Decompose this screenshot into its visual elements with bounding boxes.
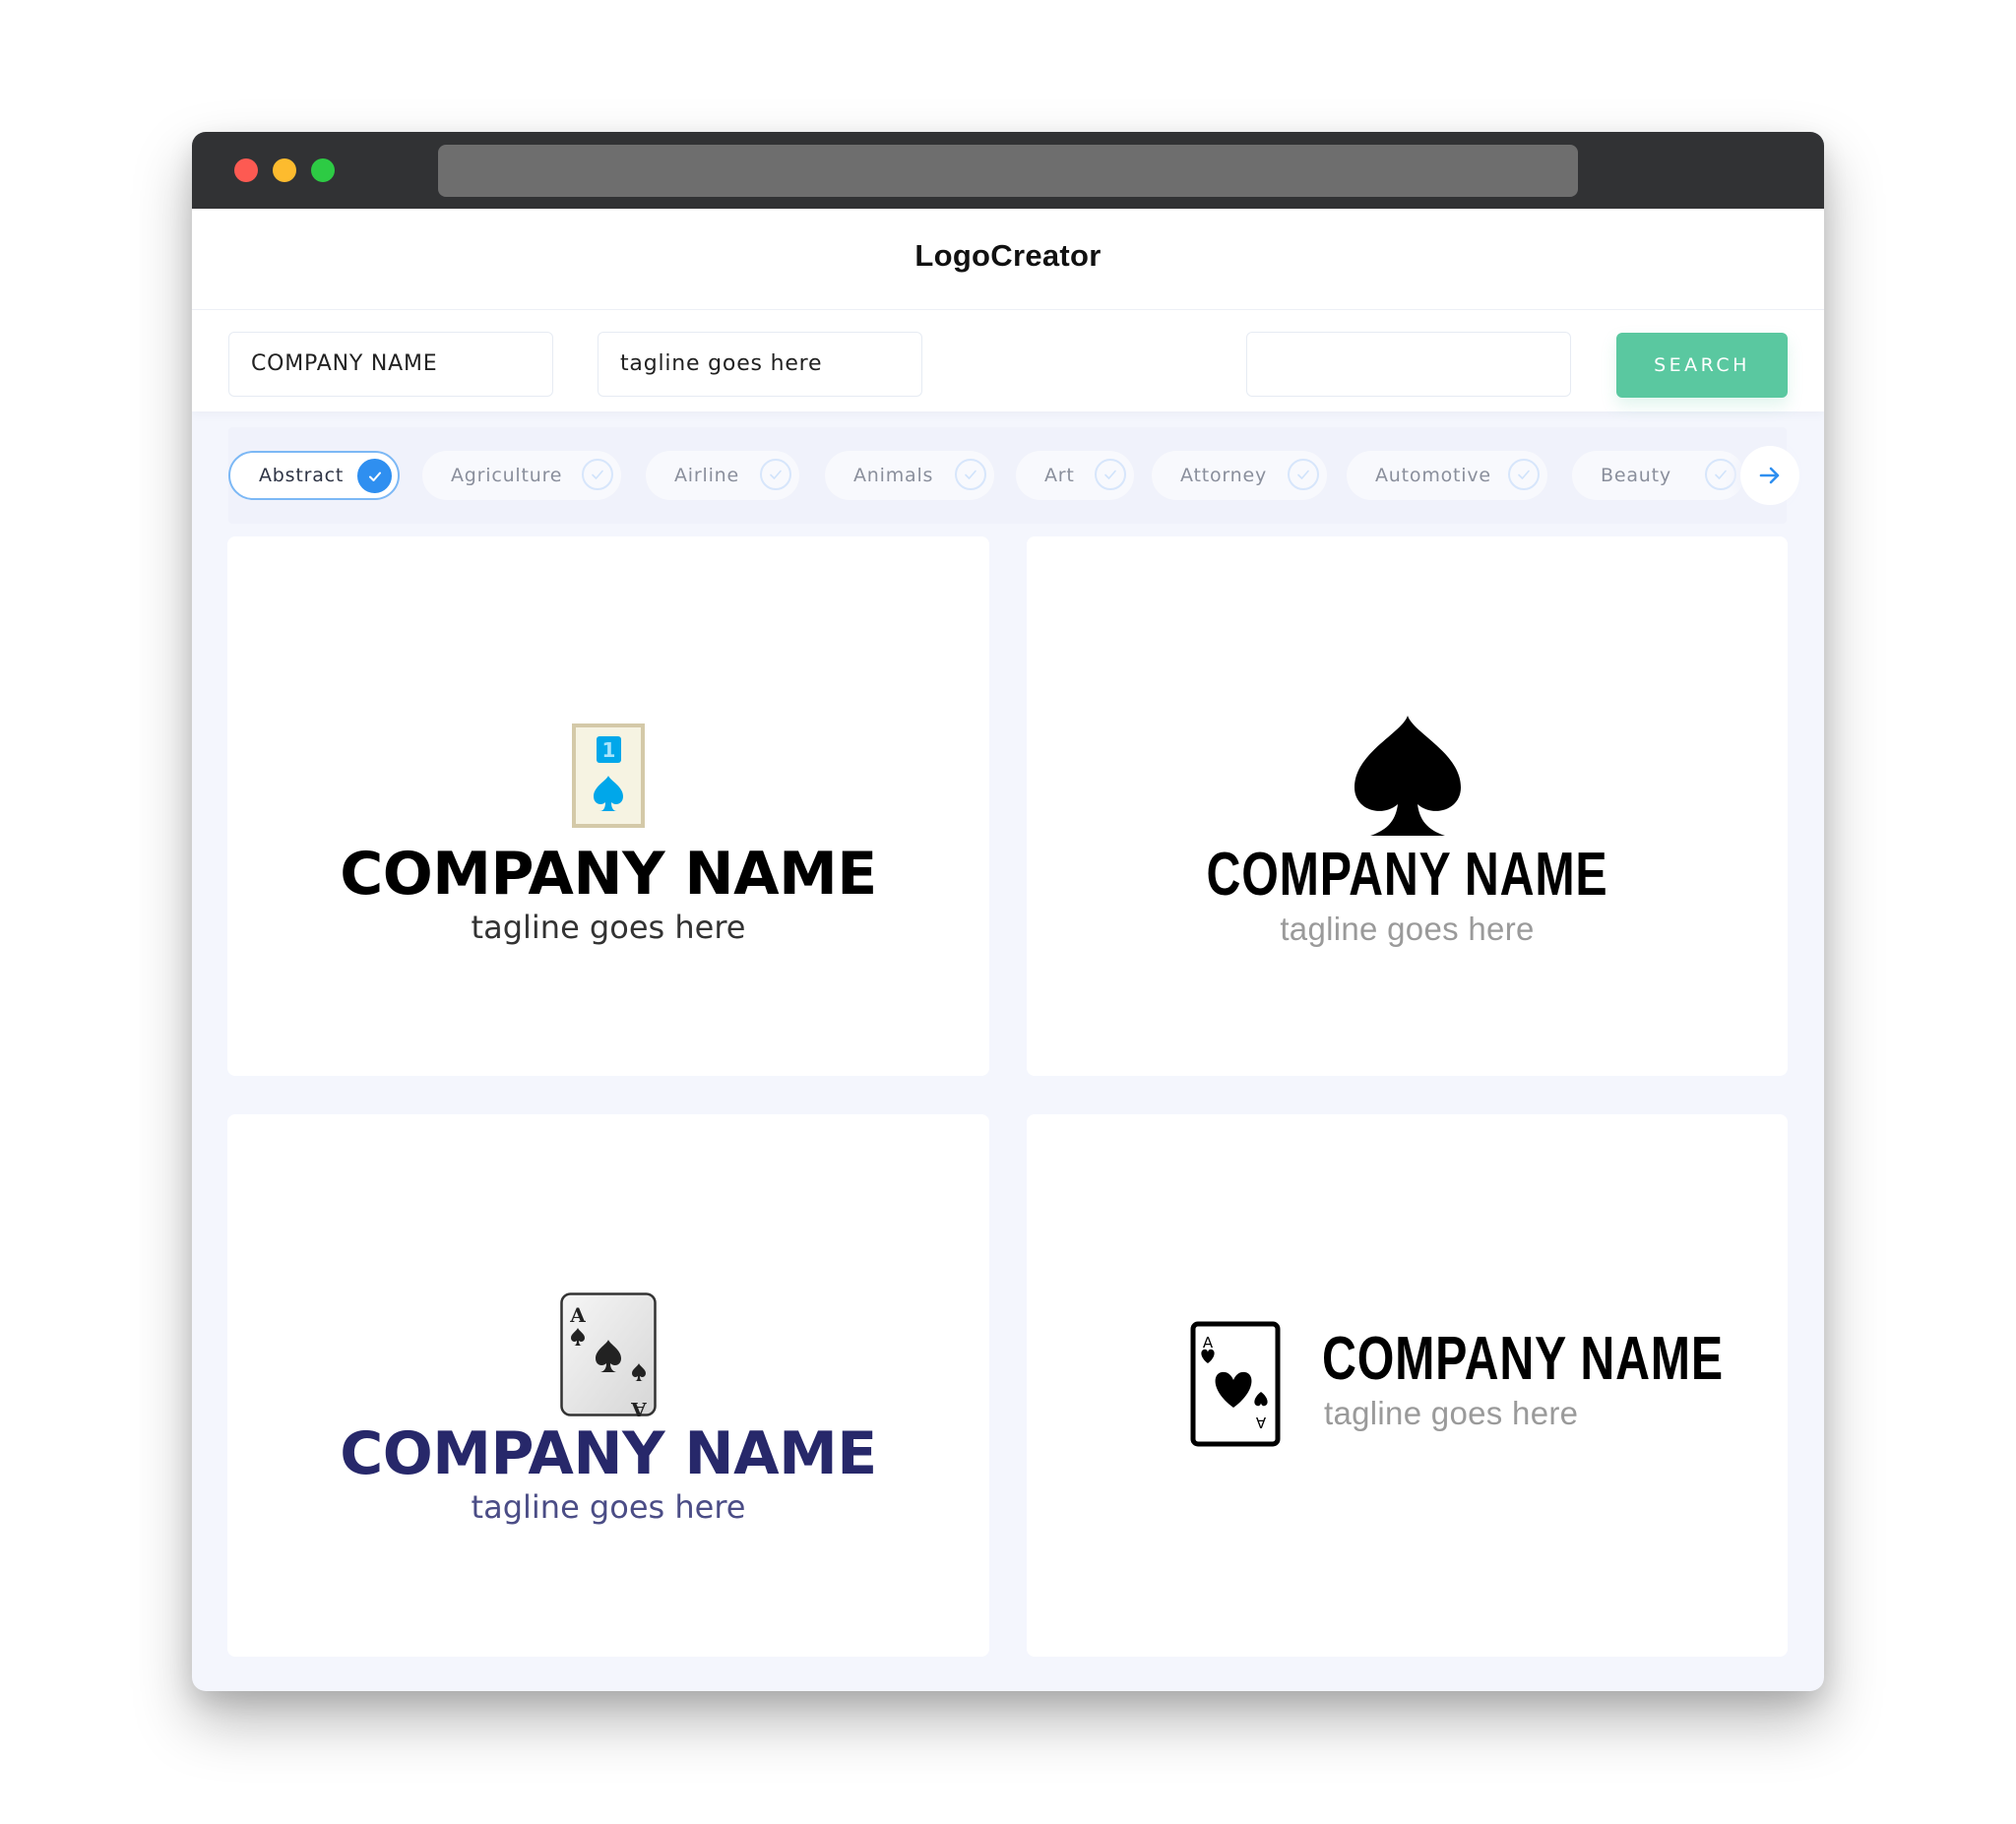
category-label: Abstract	[259, 465, 345, 486]
svg-text:1: 1	[602, 738, 616, 762]
logo-card[interactable]: A A COMPANY NAME tagline goes here	[227, 1114, 989, 1657]
svg-text:A: A	[569, 1303, 586, 1327]
browser-window: LogoCreator COMPANY NAME tagline goes he…	[192, 132, 1824, 1691]
close-window-button[interactable]	[234, 158, 258, 182]
category-filter-bar: Abstract Agriculture Airline Animals Art	[228, 427, 1799, 526]
check-icon	[955, 459, 986, 490]
svg-text:A: A	[1255, 1414, 1266, 1431]
logo-company-name: COMPANY NAME	[340, 840, 877, 909]
category-label: Agriculture	[451, 465, 563, 486]
check-icon	[582, 459, 613, 490]
category-chip-art[interactable]: Art	[1016, 451, 1134, 500]
category-chip-agriculture[interactable]: Agriculture	[422, 451, 621, 500]
category-chip-airline[interactable]: Airline	[646, 451, 799, 500]
minimize-window-button[interactable]	[273, 158, 296, 182]
logo-tagline: tagline goes here	[1280, 911, 1535, 947]
svg-text:A: A	[631, 1398, 648, 1416]
logo-card[interactable]: 1 COMPANY NAME tagline goes here	[227, 536, 989, 1076]
category-chip-beauty[interactable]: Beauty	[1572, 451, 1744, 500]
app-title: LogoCreator	[914, 238, 1102, 273]
ace-of-hearts-card-icon: A A	[1190, 1321, 1281, 1447]
logo-tagline: tagline goes here	[471, 909, 746, 946]
category-label: Animals	[853, 465, 934, 486]
logo-tagline: tagline goes here	[471, 1488, 746, 1526]
check-icon	[1508, 459, 1540, 490]
category-label: Attorney	[1180, 465, 1268, 486]
next-categories-button[interactable]	[1740, 446, 1799, 505]
check-icon	[760, 459, 791, 490]
check-icon	[357, 459, 392, 493]
logo-company-name: COMPANY NAME	[340, 1419, 877, 1488]
category-chip-automotive[interactable]: Automotive	[1347, 451, 1547, 500]
playing-card-one-spade-icon: 1	[572, 723, 645, 828]
address-bar[interactable]	[438, 145, 1578, 197]
category-chip-attorney[interactable]: Attorney	[1152, 451, 1327, 500]
logo-tagline: tagline goes here	[1324, 1395, 1579, 1431]
tagline-input[interactable]: tagline goes here	[598, 332, 922, 397]
company-name-input[interactable]: COMPANY NAME	[228, 332, 553, 397]
svg-text:A: A	[1203, 1334, 1214, 1352]
category-label: Airline	[674, 465, 739, 486]
logo-card[interactable]: COMPANY NAME tagline goes here	[1027, 536, 1788, 1076]
browser-titlebar	[192, 132, 1824, 209]
check-icon	[1095, 459, 1126, 490]
category-chip-animals[interactable]: Animals	[825, 451, 994, 500]
category-label: Beauty	[1601, 465, 1671, 486]
search-button[interactable]: SEARCH	[1616, 333, 1788, 398]
search-bar: COMPANY NAME tagline goes here SEARCH	[192, 310, 1824, 411]
category-chip-abstract[interactable]: Abstract	[228, 451, 400, 500]
check-icon	[1705, 459, 1736, 490]
app-header: LogoCreator	[192, 209, 1824, 310]
check-icon	[1288, 459, 1319, 490]
ace-of-spades-card-icon: A A	[560, 1292, 657, 1421]
category-label: Automotive	[1375, 465, 1491, 486]
logo-card[interactable]: A A COMPANY NAME tagline goes here	[1027, 1114, 1788, 1657]
logo-company-name: COMPANY NAME	[1206, 841, 1608, 909]
logo-company-name: COMPANY NAME	[1322, 1325, 1724, 1393]
arrow-right-icon	[1759, 467, 1780, 484]
spade-icon	[1354, 716, 1461, 836]
keyword-input[interactable]	[1246, 332, 1571, 397]
maximize-window-button[interactable]	[311, 158, 335, 182]
category-label: Art	[1044, 465, 1075, 486]
